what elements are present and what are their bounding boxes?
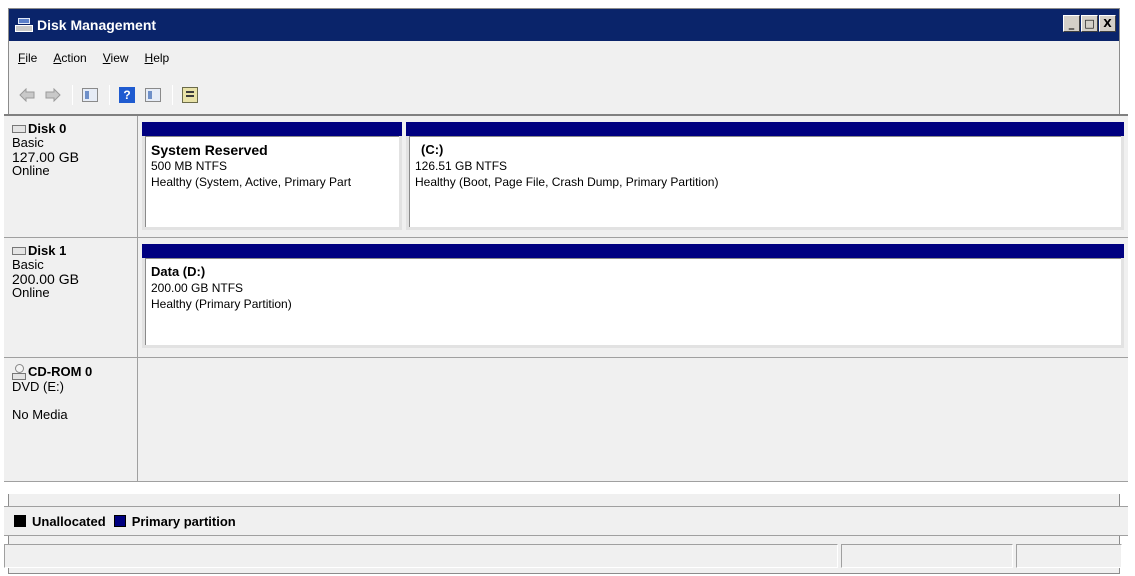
partition-d[interactable]: Data (D:) 200.00 GB NTFS Healthy (Primar… xyxy=(142,244,1124,348)
partition-type-bar xyxy=(142,122,402,136)
window-title: Disk Management xyxy=(37,17,157,33)
minimize-button[interactable]: _ xyxy=(1063,15,1080,32)
disk-status: Online xyxy=(12,285,50,300)
partition-size-fs: 500 MB NTFS xyxy=(151,159,228,173)
cdrom-drive: DVD (E:) xyxy=(12,379,64,394)
status-pane-3 xyxy=(1016,544,1122,568)
back-arrow-icon xyxy=(19,88,35,102)
partition-name: Data (D:) xyxy=(151,264,206,279)
hard-disk-icon xyxy=(12,125,26,133)
partition-health: Healthy (Boot, Page File, Crash Dump, Pr… xyxy=(415,175,719,189)
partition-type-bar xyxy=(142,244,1124,258)
partition-name: System Reserved xyxy=(151,142,268,158)
cdrom-name: CD-ROM 0 xyxy=(28,364,93,379)
legend-label: Unallocated xyxy=(32,513,106,529)
cdrom-row-0: CD-ROM 0 DVD (E:) No Media xyxy=(4,358,1128,482)
menu-help[interactable]: Help xyxy=(138,51,177,65)
console-tree-icon xyxy=(82,88,98,102)
show-hide-action-pane-button[interactable] xyxy=(141,84,165,106)
status-pane-main xyxy=(4,544,838,568)
partition-c[interactable]: (C:) 126.51 GB NTFS Healthy (Boot, Page … xyxy=(406,122,1124,230)
status-pane-2 xyxy=(841,544,1013,568)
maximize-button[interactable]: □ xyxy=(1081,15,1098,32)
disk-row-1: Disk 1 Basic 200.00 GB Online Data (D:) … xyxy=(4,238,1128,358)
partition-health: Healthy (Primary Partition) xyxy=(151,297,292,311)
cdrom-empty-area xyxy=(138,358,1128,481)
disk-1-partitions: Data (D:) 200.00 GB NTFS Healthy (Primar… xyxy=(138,238,1128,357)
partition-type-bar xyxy=(406,122,1124,136)
legend-primary-partition: Primary partition xyxy=(113,513,236,529)
partition-health: Healthy (System, Active, Primary Part xyxy=(151,175,352,189)
disk-name: Disk 0 xyxy=(28,121,67,136)
show-hide-console-tree-button[interactable] xyxy=(78,84,102,106)
disk-label-0[interactable]: Disk 0 Basic 127.00 GB Online xyxy=(4,116,138,237)
toolbar-separator xyxy=(109,85,110,105)
cdrom-label-0[interactable]: CD-ROM 0 DVD (E:) No Media xyxy=(4,358,138,481)
title-bar[interactable]: Disk Management _ □ X xyxy=(9,9,1119,41)
close-button[interactable]: X xyxy=(1099,15,1116,32)
properties-button[interactable] xyxy=(178,84,202,106)
menu-bar: File Action View Help xyxy=(9,47,1119,69)
disk-name: Disk 1 xyxy=(28,243,67,258)
disk-status: Online xyxy=(12,163,50,178)
disk-type: Basic xyxy=(12,257,44,272)
partition-size-fs: 126.51 GB NTFS xyxy=(415,159,508,173)
partition-size-fs: 200.00 GB NTFS xyxy=(151,281,244,295)
toolbar-separator xyxy=(172,85,173,105)
disk-graphical-view: Disk 0 Basic 127.00 GB Online System Res… xyxy=(4,114,1128,494)
toolbar-separator xyxy=(72,85,73,105)
window-controls: _ □ X xyxy=(1062,15,1116,32)
help-icon: ? xyxy=(119,87,135,103)
properties-icon xyxy=(182,87,198,103)
menu-view[interactable]: View xyxy=(96,51,136,65)
toolbar: ? xyxy=(9,79,1119,111)
partition-name: (C:) xyxy=(421,142,444,157)
forward-button[interactable] xyxy=(41,84,65,106)
legend-bar: Unallocated Primary partition xyxy=(4,506,1128,536)
disk-label-1[interactable]: Disk 1 Basic 200.00 GB Online xyxy=(4,238,138,357)
cdrom-status: No Media xyxy=(12,407,68,422)
forward-arrow-icon xyxy=(45,88,61,102)
disk-type: Basic xyxy=(12,135,44,150)
partition-system-reserved[interactable]: System Reserved 500 MB NTFS Healthy (Sys… xyxy=(142,122,402,230)
back-button[interactable] xyxy=(15,84,39,106)
hard-disk-icon xyxy=(12,247,26,255)
disk-0-partitions: System Reserved 500 MB NTFS Healthy (Sys… xyxy=(138,116,1128,237)
disk-row-0: Disk 0 Basic 127.00 GB Online System Res… xyxy=(4,116,1128,238)
legend-unallocated: Unallocated xyxy=(14,514,106,529)
unallocated-swatch xyxy=(14,515,26,527)
menu-file[interactable]: File xyxy=(11,51,44,65)
primary-partition-swatch xyxy=(113,515,126,527)
status-bar xyxy=(4,544,1128,568)
disk-management-icon xyxy=(15,17,33,33)
action-pane-icon xyxy=(145,88,161,102)
legend-label: Primary partition xyxy=(131,513,236,529)
help-button[interactable]: ? xyxy=(115,84,139,106)
menu-action[interactable]: Action xyxy=(46,51,93,65)
disk-size: 200.00 GB xyxy=(12,271,79,287)
disk-size: 127.00 GB xyxy=(12,149,79,165)
cd-rom-icon xyxy=(12,364,26,380)
